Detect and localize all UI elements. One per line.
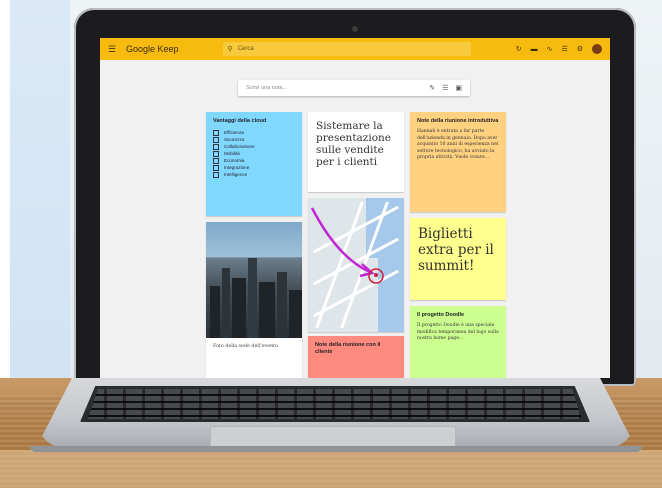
gear-icon[interactable]: ⚙	[577, 45, 583, 53]
note-cloud-benefits[interactable]: Vantaggi della cloud Efficienza Sicurezz…	[206, 112, 302, 216]
note-meeting-intro[interactable]: Note della riunione introduttiva Hannah …	[410, 112, 506, 212]
building	[210, 286, 220, 338]
checklist-item[interactable]: Sicurezza	[213, 136, 295, 143]
apps-icon[interactable]: ∿	[547, 45, 553, 53]
annotation-arrow-line	[310, 207, 371, 274]
list-view-icon[interactable]: ▬	[531, 46, 538, 53]
note-body: Hannah è entrata a far parte dell'aziend…	[417, 129, 499, 160]
checkbox-icon[interactable]	[213, 129, 219, 136]
note-title: Note della riunione con il cliente	[315, 342, 381, 355]
note-input-tools: ✎ ☰ ▣	[429, 84, 462, 92]
venue-photo	[206, 222, 302, 338]
note-text: Sistemare la presentazione sulle vendite…	[316, 120, 391, 168]
search-bar[interactable]: ⚲ Cerca	[222, 42, 471, 56]
checklist-item[interactable]: Collaborazione	[213, 143, 295, 150]
photo-caption: Foto della sede dell'evento	[213, 344, 278, 349]
avatar[interactable]	[592, 44, 602, 54]
note-doodle[interactable]: Il progetto Doodle Il progetto Doodle è …	[410, 306, 506, 378]
refresh-icon[interactable]: ↻	[516, 45, 522, 53]
note-photo[interactable]: Foto della sede dell'evento	[206, 222, 302, 378]
building	[277, 272, 287, 338]
laptop-base-edge	[30, 446, 642, 452]
checklist: Efficienza Sicurezza Collaborazione Mobi…	[206, 127, 302, 180]
note-body: Il progetto Doodle è una speciale modifi…	[417, 323, 499, 341]
map-annotation	[310, 207, 384, 284]
checkbox-icon[interactable]	[213, 164, 219, 171]
map-pin-icon	[374, 273, 378, 277]
note-map[interactable]	[308, 198, 404, 332]
checklist-item[interactable]: Economia	[213, 157, 295, 164]
note-text: Biglietti extra per il summit!	[418, 226, 494, 274]
checkbox-icon[interactable]	[213, 143, 219, 150]
note-title: Il progetto Doodle	[417, 312, 465, 318]
topbar-actions: ↻ ▬ ∿ ☰ ⚙	[516, 44, 602, 54]
take-note-placeholder: Scrivi una nota...	[246, 85, 287, 91]
laptop-screen: ☰ Google Keep ⚲ Cerca ↻ ▬ ∿ ☰ ⚙ Scrivi u…	[100, 38, 610, 378]
checklist-icon[interactable]: ☰	[442, 84, 448, 92]
note-client-meeting[interactable]: Note della riunione con il cliente	[308, 336, 404, 378]
checklist-item[interactable]: Integrazione	[213, 164, 295, 171]
notifications-icon[interactable]: ☰	[561, 45, 567, 53]
checklist-item[interactable]: Efficienza	[213, 129, 295, 136]
checkbox-icon[interactable]	[213, 136, 219, 143]
building	[222, 268, 230, 338]
take-note-input[interactable]: Scrivi una nota... ✎ ☰ ▣	[238, 80, 470, 96]
webcam	[352, 26, 358, 32]
image-icon[interactable]: ▣	[455, 84, 462, 92]
search-placeholder: Cerca	[237, 46, 254, 52]
note-title: Vantaggi della cloud	[213, 118, 267, 124]
checkbox-icon[interactable]	[213, 150, 219, 157]
note-presentation[interactable]: Sistemare la presentazione sulle vendite…	[308, 112, 404, 192]
search-icon: ⚲	[227, 46, 233, 53]
building	[232, 278, 246, 338]
keep-topbar: ☰ Google Keep ⚲ Cerca ↻ ▬ ∿ ☰ ⚙	[100, 38, 610, 60]
desk-highlight	[0, 450, 662, 488]
building	[289, 290, 302, 338]
note-tickets[interactable]: Biglietti extra per il summit!	[410, 218, 506, 300]
note-title: Note della riunione introduttiva	[417, 118, 499, 124]
checkbox-icon[interactable]	[213, 171, 219, 178]
checklist-item[interactable]: Intelligence	[213, 171, 295, 178]
building	[248, 258, 257, 338]
app-logo[interactable]: Google Keep	[126, 44, 179, 54]
checkbox-icon[interactable]	[213, 157, 219, 164]
pen-icon[interactable]: ✎	[429, 84, 435, 92]
checklist-item[interactable]: Mobilità	[213, 150, 295, 157]
building	[259, 282, 275, 338]
hamburger-icon[interactable]: ☰	[108, 44, 120, 55]
keyboard-keys	[88, 389, 582, 419]
